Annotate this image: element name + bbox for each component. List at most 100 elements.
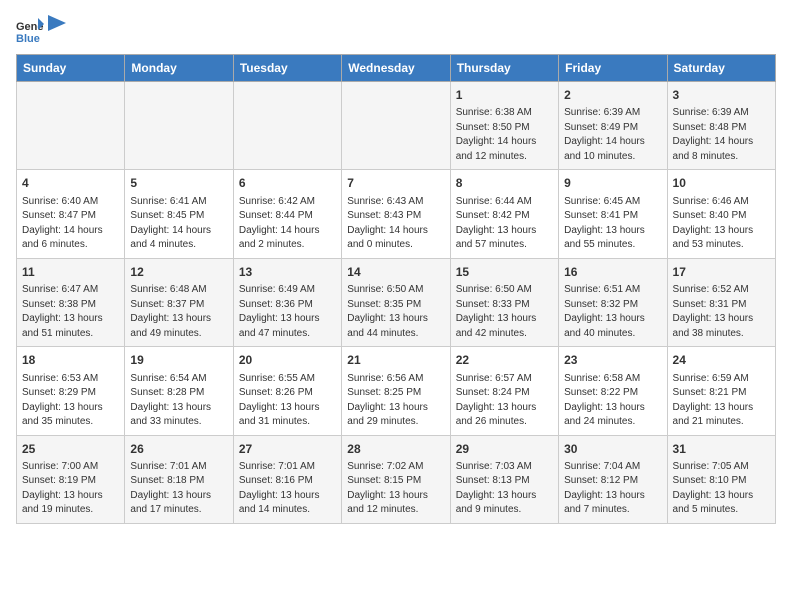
day-info: Sunrise: 6:43 AM Sunset: 8:43 PM Dayligh… bbox=[347, 195, 444, 253]
day-info: Sunrise: 6:58 AM Sunset: 8:22 PM Dayligh… bbox=[564, 372, 661, 430]
calendar-cell: 25 Sunrise: 7:00 AM Sunset: 8:19 PM Dayli… bbox=[17, 435, 125, 523]
week-row-1: 1Sunrise: 6:38 AM Sunset: 8:50 PM Daylig… bbox=[17, 82, 776, 170]
day-info: Sunrise: 6:40 AM Sunset: 8:47 PM Dayligh… bbox=[22, 195, 119, 253]
calendar-table: SundayMondayTuesdayWednesdayThursdayFrid… bbox=[16, 54, 776, 524]
day-number: 22 bbox=[456, 352, 553, 369]
day-info: Sunrise: 7:04 AM Sunset: 8:12 PM Dayligh… bbox=[564, 460, 661, 518]
day-number: 12 bbox=[130, 264, 227, 281]
day-number: 31 bbox=[673, 441, 770, 458]
calendar-cell: 4 Sunrise: 6:40 AM Sunset: 8:47 PM Daylig… bbox=[17, 170, 125, 258]
day-info: Sunrise: 6:48 AM Sunset: 8:37 PM Dayligh… bbox=[130, 283, 227, 341]
day-info: Sunrise: 6:41 AM Sunset: 8:45 PM Dayligh… bbox=[130, 195, 227, 253]
day-info: Sunrise: 7:00 AM Sunset: 8:19 PM Dayligh… bbox=[22, 460, 119, 518]
calendar-cell: 17 Sunrise: 6:52 AM Sunset: 8:31 PM Dayli… bbox=[667, 258, 775, 346]
week-row-3: 11 Sunrise: 6:47 AM Sunset: 8:38 PM Dayli… bbox=[17, 258, 776, 346]
day-info: Sunrise: 7:02 AM Sunset: 8:15 PM Dayligh… bbox=[347, 460, 444, 518]
calendar-cell: 22 Sunrise: 6:57 AM Sunset: 8:24 PM Dayli… bbox=[450, 347, 558, 435]
day-info: Sunrise: 6:39 AM Sunset: 8:48 PM Dayligh… bbox=[673, 106, 770, 164]
day-number: 21 bbox=[347, 352, 444, 369]
day-info: Sunrise: 6:59 AM Sunset: 8:21 PM Dayligh… bbox=[673, 372, 770, 430]
day-number: 30 bbox=[564, 441, 661, 458]
calendar-cell: 26 Sunrise: 7:01 AM Sunset: 8:18 PM Dayli… bbox=[125, 435, 233, 523]
calendar-cell: 19Sunrise: 6:54 AM Sunset: 8:28 PM Dayli… bbox=[125, 347, 233, 435]
day-number: 25 bbox=[22, 441, 119, 458]
day-info: Sunrise: 6:50 AM Sunset: 8:33 PM Dayligh… bbox=[456, 283, 553, 341]
logo: General Blue bbox=[16, 16, 66, 44]
day-number: 23 bbox=[564, 352, 661, 369]
header-day-sunday: Sunday bbox=[17, 55, 125, 82]
day-number: 16 bbox=[564, 264, 661, 281]
day-info: Sunrise: 6:57 AM Sunset: 8:24 PM Dayligh… bbox=[456, 372, 553, 430]
day-info: Sunrise: 7:01 AM Sunset: 8:18 PM Dayligh… bbox=[130, 460, 227, 518]
calendar-cell bbox=[17, 82, 125, 170]
day-number: 6 bbox=[239, 175, 336, 192]
page-header: General Blue bbox=[16, 16, 776, 44]
day-number: 24 bbox=[673, 352, 770, 369]
calendar-cell bbox=[233, 82, 341, 170]
logo-icon: General Blue bbox=[16, 16, 44, 44]
calendar-cell: 9Sunrise: 6:45 AM Sunset: 8:41 PM Daylig… bbox=[559, 170, 667, 258]
header-day-thursday: Thursday bbox=[450, 55, 558, 82]
calendar-header: SundayMondayTuesdayWednesdayThursdayFrid… bbox=[17, 55, 776, 82]
calendar-cell: 23 Sunrise: 6:58 AM Sunset: 8:22 PM Dayli… bbox=[559, 347, 667, 435]
calendar-cell: 21Sunrise: 6:56 AM Sunset: 8:25 PM Dayli… bbox=[342, 347, 450, 435]
header-row: SundayMondayTuesdayWednesdayThursdayFrid… bbox=[17, 55, 776, 82]
day-info: Sunrise: 6:46 AM Sunset: 8:40 PM Dayligh… bbox=[673, 195, 770, 253]
calendar-cell bbox=[342, 82, 450, 170]
calendar-cell: 20Sunrise: 6:55 AM Sunset: 8:26 PM Dayli… bbox=[233, 347, 341, 435]
svg-text:Blue: Blue bbox=[16, 33, 40, 44]
calendar-cell: 24 Sunrise: 6:59 AM Sunset: 8:21 PM Dayli… bbox=[667, 347, 775, 435]
calendar-cell: 2 Sunrise: 6:39 AM Sunset: 8:49 PM Daylig… bbox=[559, 82, 667, 170]
day-info: Sunrise: 6:38 AM Sunset: 8:50 PM Dayligh… bbox=[456, 106, 553, 164]
day-info: Sunrise: 7:01 AM Sunset: 8:16 PM Dayligh… bbox=[239, 460, 336, 518]
calendar-cell: 11 Sunrise: 6:47 AM Sunset: 8:38 PM Dayli… bbox=[17, 258, 125, 346]
day-info: Sunrise: 6:52 AM Sunset: 8:31 PM Dayligh… bbox=[673, 283, 770, 341]
week-row-2: 4 Sunrise: 6:40 AM Sunset: 8:47 PM Daylig… bbox=[17, 170, 776, 258]
calendar-cell: 12 Sunrise: 6:48 AM Sunset: 8:37 PM Dayli… bbox=[125, 258, 233, 346]
header-day-saturday: Saturday bbox=[667, 55, 775, 82]
header-day-tuesday: Tuesday bbox=[233, 55, 341, 82]
header-day-wednesday: Wednesday bbox=[342, 55, 450, 82]
calendar-cell: 13Sunrise: 6:49 AM Sunset: 8:36 PM Dayli… bbox=[233, 258, 341, 346]
day-info: Sunrise: 6:53 AM Sunset: 8:29 PM Dayligh… bbox=[22, 372, 119, 430]
day-number: 10 bbox=[673, 175, 770, 192]
calendar-cell: 28 Sunrise: 7:02 AM Sunset: 8:15 PM Dayli… bbox=[342, 435, 450, 523]
day-number: 29 bbox=[456, 441, 553, 458]
calendar-cell: 18Sunrise: 6:53 AM Sunset: 8:29 PM Dayli… bbox=[17, 347, 125, 435]
day-number: 4 bbox=[22, 175, 119, 192]
day-number: 17 bbox=[673, 264, 770, 281]
day-info: Sunrise: 6:47 AM Sunset: 8:38 PM Dayligh… bbox=[22, 283, 119, 341]
day-number: 5 bbox=[130, 175, 227, 192]
day-number: 2 bbox=[564, 87, 661, 104]
calendar-cell: 6 Sunrise: 6:42 AM Sunset: 8:44 PM Daylig… bbox=[233, 170, 341, 258]
day-number: 26 bbox=[130, 441, 227, 458]
header-day-friday: Friday bbox=[559, 55, 667, 82]
day-number: 19 bbox=[130, 352, 227, 369]
day-info: Sunrise: 7:03 AM Sunset: 8:13 PM Dayligh… bbox=[456, 460, 553, 518]
day-number: 8 bbox=[456, 175, 553, 192]
calendar-cell: 16Sunrise: 6:51 AM Sunset: 8:32 PM Dayli… bbox=[559, 258, 667, 346]
day-number: 14 bbox=[347, 264, 444, 281]
day-info: Sunrise: 7:05 AM Sunset: 8:10 PM Dayligh… bbox=[673, 460, 770, 518]
day-info: Sunrise: 6:44 AM Sunset: 8:42 PM Dayligh… bbox=[456, 195, 553, 253]
calendar-cell: 10 Sunrise: 6:46 AM Sunset: 8:40 PM Dayli… bbox=[667, 170, 775, 258]
day-info: Sunrise: 6:39 AM Sunset: 8:49 PM Dayligh… bbox=[564, 106, 661, 164]
day-number: 28 bbox=[347, 441, 444, 458]
week-row-4: 18Sunrise: 6:53 AM Sunset: 8:29 PM Dayli… bbox=[17, 347, 776, 435]
day-number: 20 bbox=[239, 352, 336, 369]
day-number: 11 bbox=[22, 264, 119, 281]
day-info: Sunrise: 6:50 AM Sunset: 8:35 PM Dayligh… bbox=[347, 283, 444, 341]
calendar-cell: 3Sunrise: 6:39 AM Sunset: 8:48 PM Daylig… bbox=[667, 82, 775, 170]
day-number: 7 bbox=[347, 175, 444, 192]
calendar-cell: 30 Sunrise: 7:04 AM Sunset: 8:12 PM Dayli… bbox=[559, 435, 667, 523]
calendar-cell: 31 Sunrise: 7:05 AM Sunset: 8:10 PM Dayli… bbox=[667, 435, 775, 523]
day-number: 27 bbox=[239, 441, 336, 458]
calendar-cell: 29 Sunrise: 7:03 AM Sunset: 8:13 PM Dayli… bbox=[450, 435, 558, 523]
calendar-body: 1Sunrise: 6:38 AM Sunset: 8:50 PM Daylig… bbox=[17, 82, 776, 524]
calendar-cell: 15Sunrise: 6:50 AM Sunset: 8:33 PM Dayli… bbox=[450, 258, 558, 346]
week-row-5: 25 Sunrise: 7:00 AM Sunset: 8:19 PM Dayli… bbox=[17, 435, 776, 523]
day-number: 13 bbox=[239, 264, 336, 281]
calendar-cell: 5 Sunrise: 6:41 AM Sunset: 8:45 PM Daylig… bbox=[125, 170, 233, 258]
calendar-cell bbox=[125, 82, 233, 170]
day-info: Sunrise: 6:42 AM Sunset: 8:44 PM Dayligh… bbox=[239, 195, 336, 253]
